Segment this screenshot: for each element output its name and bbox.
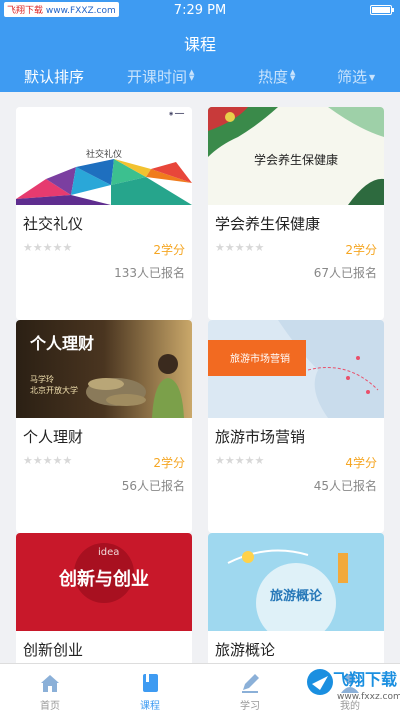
thumbnail-institution: 北京开放大学 bbox=[30, 386, 78, 395]
course-thumbnail: 个人理财 马学玲 北京开放大学 bbox=[16, 320, 192, 418]
course-card[interactable]: 旅游市场营销 旅游市场营销 ★★★★★ 4学分 45人已报名 bbox=[208, 320, 384, 533]
pen-icon bbox=[242, 674, 259, 693]
tab-home[interactable]: 首页 bbox=[0, 664, 100, 711]
sort-start-time[interactable]: 开课时间 ▲ ▼ bbox=[127, 66, 194, 87]
rating-stars: ★★★★★ bbox=[215, 454, 265, 467]
low-poly-art bbox=[16, 159, 192, 205]
course-thumbnail: 旅游概论 bbox=[208, 533, 384, 631]
status-bar: 飞翔下载 www.FXXZ.com 7:29 PM bbox=[0, 0, 400, 20]
course-credits: 2学分 bbox=[153, 456, 185, 470]
thumbnail-title: 旅游概论 bbox=[269, 589, 322, 604]
watermark-logo-icon bbox=[307, 669, 333, 695]
course-thumbnail: 旅游市场营销 bbox=[208, 320, 384, 418]
tab-courses[interactable]: 课程 bbox=[100, 664, 200, 711]
course-title: 旅游市场营销 bbox=[215, 428, 306, 446]
course-thumbnail: idea 创新与创业 bbox=[16, 533, 192, 631]
course-card[interactable]: 旅游概论 旅游概论 bbox=[208, 533, 384, 663]
thumbnail-title: 创新与创业 bbox=[59, 569, 149, 590]
sort-default[interactable]: 默认排序 bbox=[24, 66, 84, 87]
app-header: 飞翔下载 www.FXXZ.com 7:29 PM 课程 默认排序 开课时间 ▲ ▼… bbox=[0, 0, 400, 92]
course-credits: 4学分 bbox=[345, 456, 377, 470]
course-title: 旅游概论 bbox=[215, 641, 276, 659]
globe-travel-art bbox=[227, 549, 348, 631]
rating-stars: ★★★★★ bbox=[23, 241, 73, 254]
sort-popularity[interactable]: 热度 ▲ ▼ bbox=[258, 66, 295, 87]
tab-study[interactable]: 学习 bbox=[200, 664, 300, 711]
enrollment-count: 56人已报名 bbox=[121, 479, 185, 493]
sort-arrows-icon: ▲ ▼ bbox=[189, 68, 195, 82]
enrollment-count: 133人已报名 bbox=[114, 266, 185, 280]
tab-home-label: 首页 bbox=[40, 701, 60, 711]
course-credits: 2学分 bbox=[345, 243, 377, 257]
course-grid: ◉ ━━━ 社交礼仪 社交礼仪 ★★★★★ 2学分 133人已报名 学会养生保健… bbox=[0, 92, 400, 663]
thumbnail-lecturer: 马学玲 bbox=[30, 375, 54, 384]
status-time: 7:29 PM bbox=[173, 3, 227, 18]
sort-arrows-icon: ▲ ▼ bbox=[290, 68, 296, 82]
thumbnail-title: 旅游市场营销 bbox=[230, 354, 290, 365]
filter-label: 筛选 bbox=[337, 68, 368, 86]
sort-default-label: 默认排序 bbox=[24, 68, 85, 86]
rating-stars: ★★★★★ bbox=[23, 454, 73, 467]
thumbnail-title: 个人理财 bbox=[30, 334, 95, 353]
book-icon bbox=[143, 674, 158, 692]
battery-level bbox=[372, 7, 390, 13]
svg-text:idea: idea bbox=[98, 547, 119, 558]
battery-icon bbox=[370, 5, 394, 15]
home-icon bbox=[41, 675, 59, 692]
rating-stars: ★★★★★ bbox=[215, 241, 265, 254]
course-title: 个人理财 bbox=[23, 428, 84, 446]
sort-start-time-label: 开课时间 bbox=[127, 68, 188, 86]
tab-courses-label: 课程 bbox=[140, 701, 160, 711]
thumbnail-title: 学会养生保健康 bbox=[253, 153, 338, 167]
watermark-text: 飞翔下载 bbox=[333, 670, 398, 689]
dropdown-triangle-icon: ▼ bbox=[369, 73, 376, 82]
enrollment-count: 45人已报名 bbox=[313, 479, 377, 493]
watermark: 飞翔下载 www.fxxz.com bbox=[303, 663, 400, 711]
course-title: 学会养生保健康 bbox=[215, 215, 321, 233]
course-thumbnail: 学会养生保健康 bbox=[208, 107, 384, 205]
course-card[interactable]: idea 创新与创业 创新创业 bbox=[16, 533, 192, 663]
watermark-url: www.fxxz.com bbox=[337, 692, 400, 702]
course-card[interactable]: 学会养生保健康 学会养生保健康 ★★★★★ 2学分 67人已报名 bbox=[208, 107, 384, 320]
filter-button[interactable]: 筛选 ▼ bbox=[337, 66, 375, 87]
course-title: 创新创业 bbox=[23, 641, 84, 659]
course-card[interactable]: 个人理财 马学玲 北京开放大学 个人理财 ★★★★★ 2学分 56人已报名 bbox=[16, 320, 192, 533]
thumbnail-subtitle: 马学玲 北京开放大学 bbox=[30, 374, 78, 396]
enrollment-count: 67人已报名 bbox=[313, 266, 377, 280]
page-title: 课程 bbox=[183, 35, 216, 54]
course-thumbnail: ◉ ━━━ 社交礼仪 bbox=[16, 107, 192, 205]
sort-bar: 默认排序 开课时间 ▲ ▼ 热度 ▲ ▼ 筛选 ▼ bbox=[0, 64, 400, 92]
tab-study-label: 学习 bbox=[240, 701, 260, 711]
sort-popularity-label: 热度 bbox=[258, 68, 289, 86]
course-title: 社交礼仪 bbox=[23, 215, 84, 233]
course-credits: 2学分 bbox=[153, 243, 185, 257]
course-card[interactable]: ◉ ━━━ 社交礼仪 社交礼仪 ★★★★★ 2学分 133人已报名 bbox=[16, 107, 192, 320]
